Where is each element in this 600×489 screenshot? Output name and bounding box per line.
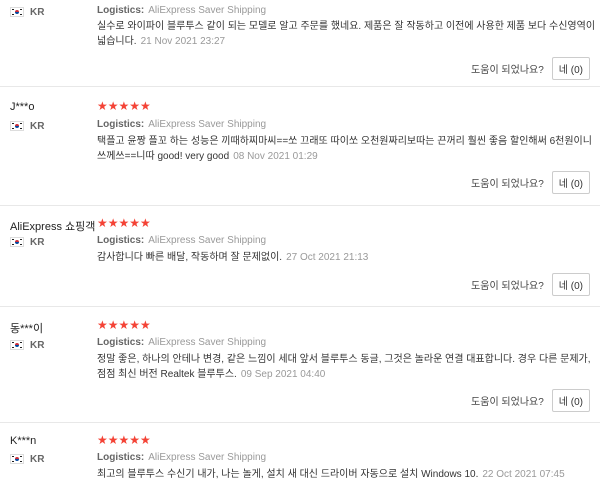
reviewer-country: KR: [10, 236, 44, 248]
review-item: KR Logistics: AliExpress Saver Shipping 실…: [0, 0, 600, 86]
star-rating: ★★★★★: [97, 318, 151, 332]
helpful-yes-button[interactable]: 네 (0): [551, 57, 590, 80]
helpful-yes-button[interactable]: 네 (0): [551, 171, 590, 194]
review-text: 정말 좋은, 하나의 안테나 변경, 같은 느낌이 세대 앞서 블루투스 동글,…: [97, 354, 591, 380]
helpful-yes-button[interactable]: 네 (0): [551, 273, 590, 296]
logistics-info: Logistics: AliExpress Saver Shipping: [97, 235, 267, 246]
review-item: K***n KR ★★★★★ Logistics: AliExpress Save…: [0, 423, 600, 489]
review-text: 실수로 와이파이 블루투스 같이 되는 모델로 알고 주문를 했네요. 제품은 …: [97, 21, 596, 47]
reviewer-country: KR: [10, 6, 44, 18]
korea-flag-icon: [10, 340, 24, 350]
star-rating: ★★★★★: [97, 99, 151, 113]
review-date: 09 Sep 2021 04:40: [240, 369, 326, 380]
helpful-section: 도움이 되었나요? 네 (0): [471, 171, 590, 194]
reviewer-country: KR: [10, 339, 44, 351]
korea-flag-icon: [10, 237, 24, 247]
star-rating: ★★★★★: [97, 216, 151, 230]
helpful-yes-button[interactable]: 네 (0): [551, 389, 590, 412]
review-item: 동***이 KR ★★★★★ Logistics: AliExpress Save…: [0, 307, 600, 422]
logistics-info: Logistics: AliExpress Saver Shipping: [97, 119, 267, 130]
korea-flag-icon: [10, 121, 24, 131]
review-item: J***o KR ★★★★★ Logistics: AliExpress Save…: [0, 87, 600, 205]
review-date: 08 Nov 2021 01:29: [233, 151, 318, 162]
reviewer-name: 동***이: [10, 323, 44, 335]
review-date: 22 Oct 2021 07:45: [482, 469, 565, 480]
reviewer-name: J***o: [10, 101, 35, 113]
review-date: 27 Oct 2021 21:13: [286, 252, 369, 263]
review-text: 감사합니다 빠른 배달, 작동하며 잘 문제없이. 27 Oct 2021 21:…: [97, 252, 369, 263]
review-text: 최고의 블루투스 수신기 내가, 나는 놀게, 설치 새 대신 드라이버 자동으…: [97, 469, 565, 480]
reviewer-country: KR: [10, 453, 44, 465]
korea-flag-icon: [10, 454, 24, 464]
korea-flag-icon: [10, 7, 24, 17]
star-rating: ★★★★★: [97, 433, 151, 447]
review-date: 21 Nov 2021 23:27: [140, 36, 226, 47]
helpful-section: 도움이 되었나요? 네 (0): [471, 57, 590, 80]
logistics-info: Logistics: AliExpress Saver Shipping: [97, 452, 267, 463]
reviewer-name: AliExpress 쇼핑객: [10, 221, 96, 233]
logistics-info: Logistics: AliExpress Saver Shipping: [97, 5, 267, 16]
reviewer-name: K***n: [10, 435, 37, 447]
helpful-section: 도움이 되었나요? 네 (0): [471, 389, 590, 412]
helpful-section: 도움이 되었나요? 네 (0): [471, 273, 590, 296]
logistics-info: Logistics: AliExpress Saver Shipping: [97, 337, 267, 348]
review-item: AliExpress 쇼핑객 KR ★★★★★ Logistics: AliExp…: [0, 206, 600, 306]
reviewer-country: KR: [10, 120, 44, 132]
review-text: 택플고 윤짱 플꼬 하는 성능은 끼때하찌마씨==쏘 끄래또 따이쏘 오천원짜리…: [97, 136, 592, 162]
